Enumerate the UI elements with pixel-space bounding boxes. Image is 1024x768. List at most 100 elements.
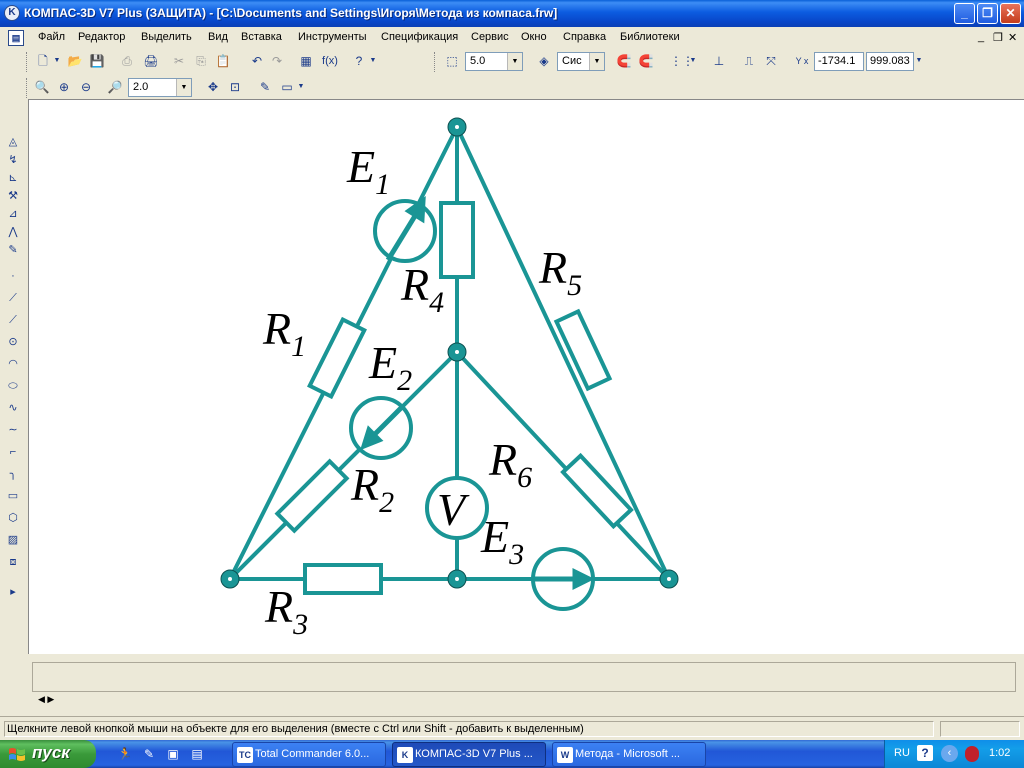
menu-help[interactable]: Справка bbox=[563, 31, 606, 43]
quicklaunch-tool-icon[interactable]: ✎ bbox=[140, 745, 158, 763]
contour-icon[interactable]: ⧈ bbox=[5, 554, 21, 570]
geometry-panel-icon[interactable]: ◬ bbox=[5, 134, 21, 150]
toolbar-grip[interactable] bbox=[434, 52, 437, 72]
redo-icon[interactable]: ↷ bbox=[268, 52, 286, 70]
help-dropdown-icon[interactable]: ▼ bbox=[368, 52, 378, 70]
drawing-canvas[interactable]: E1 R4 R5 R1 E2 R6 R2 V E3 R3 bbox=[28, 99, 1024, 654]
grid-icon[interactable]: ⋮⋮ bbox=[670, 52, 694, 70]
copy-icon[interactable]: ⎘ bbox=[192, 52, 210, 70]
ortho-icon[interactable]: ⊥ bbox=[710, 52, 728, 70]
toolbar-grip[interactable] bbox=[26, 52, 29, 72]
mdi-close-button[interactable]: ✕ bbox=[1008, 31, 1017, 44]
coordinate-y-field[interactable]: 999.083 bbox=[866, 52, 914, 71]
context-help-icon[interactable]: ? bbox=[350, 52, 368, 70]
chamfer-icon[interactable]: ⌐ bbox=[5, 444, 21, 460]
grid-dropdown-icon[interactable]: ▼ bbox=[688, 52, 698, 70]
menu-editor[interactable]: Редактор bbox=[78, 31, 125, 43]
task-total-commander[interactable]: TC Total Commander 6.0... bbox=[232, 742, 386, 767]
task-word[interactable]: W Метода - Microsoft ... bbox=[552, 742, 706, 767]
coordinates-icon[interactable]: ⤧ bbox=[762, 52, 780, 70]
cut-icon[interactable]: ✂ bbox=[170, 52, 188, 70]
help-tray-icon[interactable]: ? bbox=[917, 745, 933, 761]
fillet-icon[interactable]: ╮ bbox=[5, 466, 21, 482]
quicklaunch-desktop-icon[interactable]: ▣ bbox=[164, 745, 182, 763]
show-hidden-icons-icon[interactable]: ‹ bbox=[941, 745, 958, 762]
clock[interactable]: 1:02 bbox=[989, 747, 1010, 759]
chevron-down-icon[interactable]: ▼ bbox=[589, 53, 604, 70]
coordinate-system-combo[interactable]: Сис ▼ bbox=[557, 52, 605, 71]
step-cursor-icon[interactable]: ⬚ bbox=[443, 52, 461, 70]
close-button[interactable]: ✕ bbox=[1000, 3, 1021, 24]
aux-line-icon[interactable]: ⟋ bbox=[5, 290, 21, 306]
menu-specification[interactable]: Спецификация bbox=[381, 31, 458, 43]
symbols-panel-icon[interactable]: ⊾ bbox=[5, 170, 21, 186]
menu-view[interactable]: Вид bbox=[208, 31, 228, 43]
display-dropdown-icon[interactable]: ▼ bbox=[296, 78, 306, 96]
undo-icon[interactable]: ↶ bbox=[248, 52, 266, 70]
mdi-restore-button[interactable]: ❐ bbox=[993, 31, 1003, 44]
coordinates-dropdown-icon[interactable]: ▼ bbox=[914, 52, 924, 70]
bezier-icon[interactable]: ∼ bbox=[5, 422, 21, 438]
local-snap-icon[interactable]: 🧲 bbox=[637, 52, 655, 70]
new-dropdown-icon[interactable]: ▼ bbox=[52, 52, 62, 70]
start-button[interactable]: пуск bbox=[0, 740, 96, 768]
hatch-icon[interactable]: ▨ bbox=[5, 532, 21, 548]
rectangle-icon[interactable]: ▭ bbox=[5, 488, 21, 504]
kompas-app-icon[interactable]: K bbox=[4, 5, 20, 21]
chevron-down-icon[interactable]: ▼ bbox=[176, 79, 191, 96]
measure-panel-icon[interactable]: ⋀ bbox=[5, 224, 21, 240]
paste-icon[interactable]: 📋 bbox=[214, 52, 232, 70]
snap-icon[interactable]: 🧲 bbox=[615, 52, 633, 70]
select-panel-icon[interactable]: ✎ bbox=[5, 242, 21, 258]
round-icon[interactable]: ⎍ bbox=[740, 52, 758, 70]
spline-icon[interactable]: ∿ bbox=[5, 400, 21, 416]
show-all-icon[interactable]: ⊡ bbox=[226, 78, 244, 96]
pan-icon[interactable]: ✥ bbox=[204, 78, 222, 96]
edit-panel-icon[interactable]: ⚒ bbox=[5, 188, 21, 204]
menu-insert[interactable]: Вставка bbox=[241, 31, 282, 43]
zoom-scale-icon[interactable]: 🔎 bbox=[106, 78, 124, 96]
mdi-minimize-button[interactable]: _ bbox=[978, 31, 984, 43]
command-line-box[interactable] bbox=[32, 662, 1016, 692]
tray-app-icon[interactable] bbox=[965, 746, 979, 762]
save-icon[interactable]: 💾 bbox=[88, 52, 106, 70]
refresh-icon[interactable]: ✎ bbox=[256, 78, 274, 96]
document-icon[interactable]: ▤ bbox=[8, 30, 24, 46]
polygon-icon[interactable]: ⬡ bbox=[5, 510, 21, 526]
panel-scroll-arrows[interactable]: ◀ ▶ bbox=[38, 694, 54, 705]
dimensions-panel-icon[interactable]: ↯ bbox=[5, 152, 21, 168]
more-tools-icon[interactable]: ▸ bbox=[5, 584, 21, 600]
segment-icon[interactable]: ⟋ bbox=[5, 312, 21, 328]
menu-select[interactable]: Выделить bbox=[141, 31, 192, 43]
zoom-in-icon[interactable]: ⊕ bbox=[55, 78, 73, 96]
layers-icon[interactable]: ◈ bbox=[535, 52, 553, 70]
coordinate-x-field[interactable]: -1734.1 bbox=[814, 52, 864, 71]
language-indicator[interactable]: RU bbox=[894, 747, 910, 759]
zoom-combo[interactable]: 2.0 ▼ bbox=[128, 78, 192, 97]
ellipse-icon[interactable]: ⬭ bbox=[5, 378, 21, 394]
open-folder-icon[interactable]: 📂 bbox=[66, 52, 84, 70]
arc-icon[interactable]: ◠ bbox=[5, 356, 21, 372]
zoom-out-icon[interactable]: ⊖ bbox=[77, 78, 95, 96]
new-document-icon[interactable]: 🗋 bbox=[34, 52, 52, 70]
menu-libraries[interactable]: Библиотеки bbox=[620, 31, 680, 43]
quicklaunch-runner-icon[interactable]: 🏃 bbox=[116, 745, 134, 763]
print-setup-icon[interactable]: ⎙ bbox=[118, 52, 136, 70]
minimize-button[interactable]: _ bbox=[954, 3, 975, 24]
parametrization-panel-icon[interactable]: ⊿ bbox=[5, 206, 21, 222]
toolbar-grip[interactable] bbox=[26, 78, 29, 98]
circle-icon[interactable]: ⊙ bbox=[5, 334, 21, 350]
quicklaunch-app-icon[interactable]: ▤ bbox=[188, 745, 206, 763]
menu-file[interactable]: Файл bbox=[38, 31, 65, 43]
fx-button[interactable]: f(x) bbox=[318, 52, 342, 70]
menu-tools[interactable]: Инструменты bbox=[298, 31, 367, 43]
zoom-window-icon[interactable]: 🔍 bbox=[33, 78, 51, 96]
manager-icon[interactable]: ▦ bbox=[297, 52, 315, 70]
maximize-button[interactable]: ❐ bbox=[977, 3, 998, 24]
task-kompas[interactable]: K КОМПАС-3D V7 Plus ... bbox=[392, 742, 546, 767]
menu-window[interactable]: Окно bbox=[521, 31, 547, 43]
print-preview-icon[interactable]: 🖨 bbox=[142, 52, 160, 70]
chevron-down-icon[interactable]: ▼ bbox=[507, 53, 522, 70]
point-icon[interactable]: · bbox=[5, 268, 21, 284]
title-bar[interactable]: K КОМПАС-3D V7 Plus (ЗАЩИТА) - [C:\Docum… bbox=[0, 0, 1024, 27]
